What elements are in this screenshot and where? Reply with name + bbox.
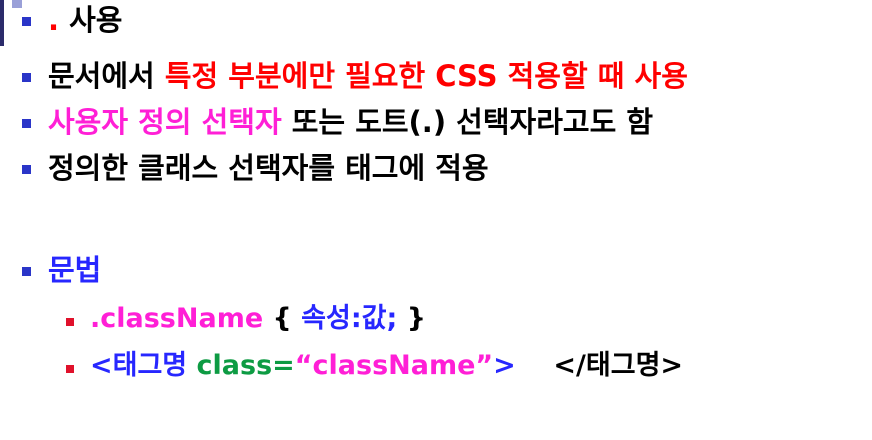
apply-text: 정의한 클래스 선택자를 태그에 적용 (48, 151, 489, 185)
close-tag: </태그명> (553, 350, 684, 381)
syntax-line-css: .className { 속성:값; } (90, 305, 426, 332)
declaration: 속성:값; (301, 303, 398, 334)
alias-highlight: 사용자 정의 선택자 (48, 105, 282, 139)
class-attribute-value: “className” (294, 350, 494, 381)
bullet-icon (22, 165, 31, 174)
alias-suffix: 또는 도트(.) 선택자라고도 함 (281, 105, 654, 139)
open-tag: <태그명 (90, 350, 197, 381)
bullet-item-syntax-heading: 문법 (48, 256, 101, 285)
purpose-prefix: 문서에서 (48, 59, 165, 93)
syntax-heading: 문법 (48, 253, 102, 287)
class-attribute: class= (196, 350, 295, 381)
tag-spacer (516, 350, 554, 381)
sub-bullet-icon (66, 318, 74, 326)
purpose-highlight: 특정 부분에만 필요한 CSS 적용할 때 사용 (164, 59, 688, 93)
usage-label: 사용 (59, 3, 123, 37)
bullet-item-purpose: 문서에서 특정 부분에만 필요한 CSS 적용할 때 사용 (48, 62, 688, 91)
bullet-item-alias: 사용자 정의 선택자 또는 도트(.) 선택자라고도 함 (48, 108, 653, 137)
slide-corner-accent (12, 0, 22, 8)
dot-selector-symbol: . (48, 3, 60, 37)
bullet-icon (22, 17, 31, 26)
open-brace: { (263, 303, 302, 334)
sub-bullet-icon (66, 365, 74, 373)
bullet-item-usage: . 사용 (48, 6, 123, 35)
bullet-icon (22, 73, 31, 82)
syntax-line-html: <태그명 class=“className”> </태그명> (90, 352, 683, 379)
slide-corner-bar (0, 0, 4, 46)
bullet-item-apply: 정의한 클래스 선택자를 태그에 적용 (48, 154, 489, 183)
close-brace: } (397, 303, 426, 334)
bullet-icon (22, 267, 31, 276)
class-selector: .className (90, 303, 264, 334)
bullet-icon (22, 119, 31, 128)
open-tag-end: > (493, 350, 516, 381)
